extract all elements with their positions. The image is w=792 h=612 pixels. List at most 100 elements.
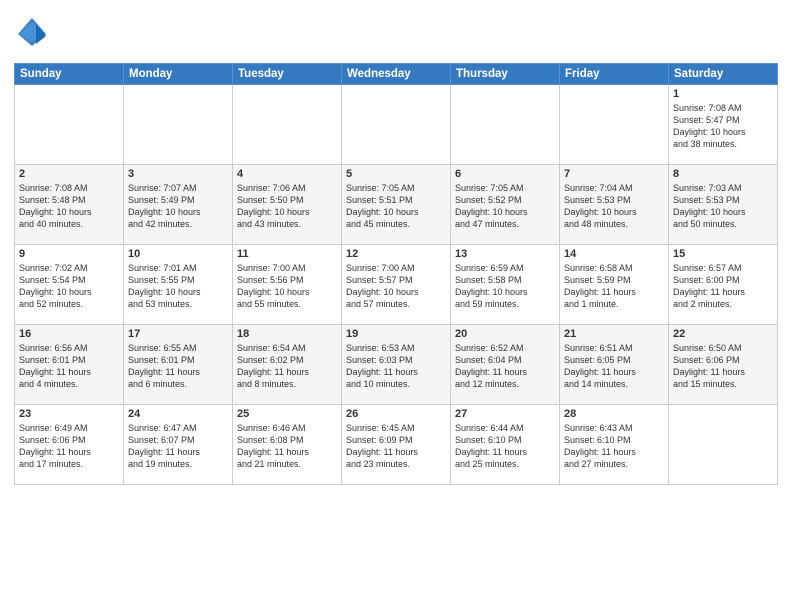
logo (14, 14, 54, 55)
day-cell: 20 Sunrise: 6:52 AM Sunset: 6:04 PM Dayli… (451, 325, 560, 405)
day-cell: 21 Sunrise: 6:51 AM Sunset: 6:05 PM Dayli… (560, 325, 669, 405)
day-info: Sunrise: 6:56 AM Sunset: 6:01 PM Dayligh… (19, 342, 119, 391)
col-header-friday: Friday (560, 64, 669, 85)
week-row-2: 2Sunrise: 7:08 AM Sunset: 5:48 PM Daylig… (15, 165, 778, 245)
day-info: Sunrise: 7:08 AM Sunset: 5:47 PM Dayligh… (673, 102, 773, 151)
col-header-saturday: Saturday (669, 64, 778, 85)
day-info: Sunrise: 7:08 AM Sunset: 5:48 PM Dayligh… (19, 182, 119, 231)
day-cell (233, 85, 342, 165)
day-cell: 6 Sunrise: 7:05 AM Sunset: 5:52 PM Daylig… (451, 165, 560, 245)
day-cell: 19 Sunrise: 6:53 AM Sunset: 6:03 PM Dayli… (342, 325, 451, 405)
header (14, 10, 778, 55)
day-number: 17 (128, 328, 228, 340)
day-cell (342, 85, 451, 165)
day-info: Sunrise: 7:00 AM Sunset: 5:56 PM Dayligh… (237, 262, 337, 311)
day-cell (15, 85, 124, 165)
day-info: Sunrise: 7:05 AM Sunset: 5:51 PM Dayligh… (346, 182, 446, 231)
header-row: SundayMondayTuesdayWednesdayThursdayFrid… (15, 64, 778, 85)
day-cell: 3 Sunrise: 7:07 AM Sunset: 5:49 PM Daylig… (124, 165, 233, 245)
day-number: 20 (455, 328, 555, 340)
day-number: 14 (564, 248, 664, 260)
day-cell: 17 Sunrise: 6:55 AM Sunset: 6:01 PM Dayli… (124, 325, 233, 405)
day-cell (560, 85, 669, 165)
day-number: 12 (346, 248, 446, 260)
day-cell: 11 Sunrise: 7:00 AM Sunset: 5:56 PM Dayli… (233, 245, 342, 325)
col-header-tuesday: Tuesday (233, 64, 342, 85)
week-row-5: 23 Sunrise: 6:49 AM Sunset: 6:06 PM Dayli… (15, 405, 778, 485)
day-cell: 23 Sunrise: 6:49 AM Sunset: 6:06 PM Dayli… (15, 405, 124, 485)
calendar: SundayMondayTuesdayWednesdayThursdayFrid… (14, 63, 778, 485)
day-number: 19 (346, 328, 446, 340)
day-cell: 5 Sunrise: 7:05 AM Sunset: 5:51 PM Daylig… (342, 165, 451, 245)
day-cell: 18 Sunrise: 6:54 AM Sunset: 6:02 PM Dayli… (233, 325, 342, 405)
day-cell: 12 Sunrise: 7:00 AM Sunset: 5:57 PM Dayli… (342, 245, 451, 325)
day-info: Sunrise: 6:45 AM Sunset: 6:09 PM Dayligh… (346, 422, 446, 471)
day-info: Sunrise: 6:54 AM Sunset: 6:02 PM Dayligh… (237, 342, 337, 391)
col-header-sunday: Sunday (15, 64, 124, 85)
day-number: 9 (19, 248, 119, 260)
day-info: Sunrise: 6:46 AM Sunset: 6:08 PM Dayligh… (237, 422, 337, 471)
day-number: 23 (19, 408, 119, 420)
day-number: 1 (673, 88, 773, 100)
day-number: 15 (673, 248, 773, 260)
day-number: 7 (564, 168, 664, 180)
col-header-wednesday: Wednesday (342, 64, 451, 85)
day-cell: 25 Sunrise: 6:46 AM Sunset: 6:08 PM Dayli… (233, 405, 342, 485)
day-cell: 7 Sunrise: 7:04 AM Sunset: 5:53 PM Daylig… (560, 165, 669, 245)
day-info: Sunrise: 7:03 AM Sunset: 5:53 PM Dayligh… (673, 182, 773, 231)
day-number: 3 (128, 168, 228, 180)
day-cell: 2Sunrise: 7:08 AM Sunset: 5:48 PM Daylig… (15, 165, 124, 245)
day-number: 5 (346, 168, 446, 180)
day-number: 11 (237, 248, 337, 260)
day-number: 21 (564, 328, 664, 340)
day-info: Sunrise: 7:07 AM Sunset: 5:49 PM Dayligh… (128, 182, 228, 231)
day-info: Sunrise: 6:43 AM Sunset: 6:10 PM Dayligh… (564, 422, 664, 471)
day-info: Sunrise: 6:58 AM Sunset: 5:59 PM Dayligh… (564, 262, 664, 311)
day-number: 16 (19, 328, 119, 340)
logo-icon (14, 14, 50, 55)
day-info: Sunrise: 7:04 AM Sunset: 5:53 PM Dayligh… (564, 182, 664, 231)
day-number: 26 (346, 408, 446, 420)
day-number: 4 (237, 168, 337, 180)
day-cell: 22Sunrise: 6:50 AM Sunset: 6:06 PM Dayli… (669, 325, 778, 405)
col-header-monday: Monday (124, 64, 233, 85)
page: SundayMondayTuesdayWednesdayThursdayFrid… (0, 0, 792, 612)
day-cell: 4 Sunrise: 7:06 AM Sunset: 5:50 PM Daylig… (233, 165, 342, 245)
day-number: 10 (128, 248, 228, 260)
col-header-thursday: Thursday (451, 64, 560, 85)
day-cell: 28 Sunrise: 6:43 AM Sunset: 6:10 PM Dayli… (560, 405, 669, 485)
day-cell: 1 Sunrise: 7:08 AM Sunset: 5:47 PM Daylig… (669, 85, 778, 165)
day-info: Sunrise: 6:57 AM Sunset: 6:00 PM Dayligh… (673, 262, 773, 311)
day-info: Sunrise: 6:53 AM Sunset: 6:03 PM Dayligh… (346, 342, 446, 391)
day-cell: 10Sunrise: 7:01 AM Sunset: 5:55 PM Dayli… (124, 245, 233, 325)
day-cell: 8 Sunrise: 7:03 AM Sunset: 5:53 PM Daylig… (669, 165, 778, 245)
day-number: 13 (455, 248, 555, 260)
day-info: Sunrise: 6:44 AM Sunset: 6:10 PM Dayligh… (455, 422, 555, 471)
day-info: Sunrise: 6:47 AM Sunset: 6:07 PM Dayligh… (128, 422, 228, 471)
day-number: 25 (237, 408, 337, 420)
day-cell (451, 85, 560, 165)
day-info: Sunrise: 6:55 AM Sunset: 6:01 PM Dayligh… (128, 342, 228, 391)
day-number: 18 (237, 328, 337, 340)
day-info: Sunrise: 7:05 AM Sunset: 5:52 PM Dayligh… (455, 182, 555, 231)
day-cell (669, 405, 778, 485)
day-number: 8 (673, 168, 773, 180)
day-cell: 26 Sunrise: 6:45 AM Sunset: 6:09 PM Dayli… (342, 405, 451, 485)
day-info: Sunrise: 7:02 AM Sunset: 5:54 PM Dayligh… (19, 262, 119, 311)
day-info: Sunrise: 6:52 AM Sunset: 6:04 PM Dayligh… (455, 342, 555, 391)
day-cell (124, 85, 233, 165)
week-row-1: 1 Sunrise: 7:08 AM Sunset: 5:47 PM Daylig… (15, 85, 778, 165)
day-cell: 9 Sunrise: 7:02 AM Sunset: 5:54 PM Daylig… (15, 245, 124, 325)
day-info: Sunrise: 7:06 AM Sunset: 5:50 PM Dayligh… (237, 182, 337, 231)
day-info: Sunrise: 7:00 AM Sunset: 5:57 PM Dayligh… (346, 262, 446, 311)
week-row-4: 16 Sunrise: 6:56 AM Sunset: 6:01 PM Dayli… (15, 325, 778, 405)
day-number: 6 (455, 168, 555, 180)
day-cell: 16 Sunrise: 6:56 AM Sunset: 6:01 PM Dayli… (15, 325, 124, 405)
day-info: Sunrise: 6:49 AM Sunset: 6:06 PM Dayligh… (19, 422, 119, 471)
day-number: 27 (455, 408, 555, 420)
day-number: 28 (564, 408, 664, 420)
day-info: Sunrise: 6:51 AM Sunset: 6:05 PM Dayligh… (564, 342, 664, 391)
day-cell: 15 Sunrise: 6:57 AM Sunset: 6:00 PM Dayli… (669, 245, 778, 325)
day-cell: 27 Sunrise: 6:44 AM Sunset: 6:10 PM Dayli… (451, 405, 560, 485)
day-cell: 24Sunrise: 6:47 AM Sunset: 6:07 PM Dayli… (124, 405, 233, 485)
